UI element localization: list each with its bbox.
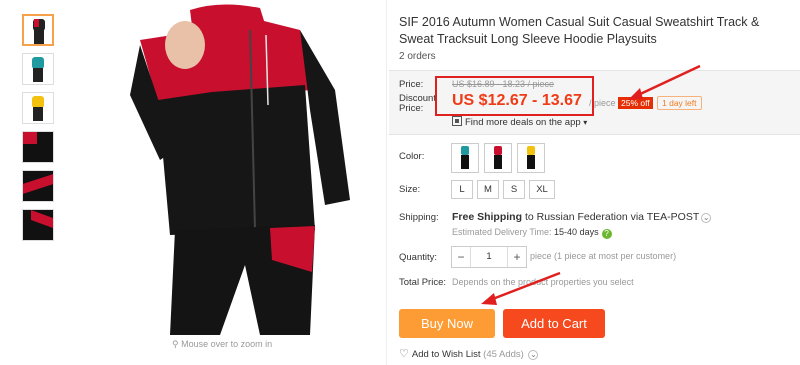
thumb-figure-bottom: [33, 107, 43, 121]
thumbnail-2[interactable]: [22, 53, 54, 85]
color-option-yellow[interactable]: [517, 143, 545, 173]
color-option-teal[interactable]: [451, 143, 479, 173]
chevron-down-icon[interactable]: ⌄: [528, 350, 539, 360]
size-option-xl[interactable]: XL: [529, 180, 555, 199]
heart-icon: ♡: [399, 348, 409, 360]
thumb-figure-accent: [34, 19, 39, 27]
total-price-label: Total Price:: [399, 277, 446, 288]
color-swatch-bottom: [494, 155, 502, 169]
thumbnail-6[interactable]: [22, 209, 54, 241]
hand: [165, 21, 205, 69]
zoom-hint-text: Mouse over to zoom in: [181, 339, 273, 349]
thumbnail-list: [22, 14, 56, 248]
discount-price: US $12.67 - 13.67: [452, 92, 582, 109]
delivery-time: Estimated Delivery Time: 15-40 days?: [452, 227, 612, 239]
time-left-badge: 1 day left: [657, 96, 702, 110]
app-deals-text: Find more deals on the app: [465, 117, 581, 128]
quantity-stepper: − 1 +: [451, 246, 527, 268]
color-label: Color:: [399, 151, 425, 162]
wishlist-count: (45 Adds): [483, 349, 524, 360]
thumbnail-5[interactable]: [22, 170, 54, 202]
add-to-wishlist[interactable]: ♡ Add to Wish List (45 Adds) ⌄: [399, 347, 539, 360]
help-icon[interactable]: ?: [601, 229, 612, 239]
quantity-note: piece (1 piece at most per customer): [530, 251, 677, 261]
quantity-input[interactable]: 1: [470, 247, 508, 267]
discount-badge: 25% off: [618, 97, 653, 109]
size-label: Size:: [399, 184, 421, 195]
delivery-value: 15-40: [554, 227, 578, 237]
qr-code-icon: [452, 116, 462, 126]
add-to-cart-button[interactable]: Add to Cart: [503, 309, 605, 338]
shipping-destination: to Russian Federation via TEA-POST: [524, 211, 700, 223]
color-swatch-top: [527, 146, 535, 155]
jacket-body: [158, 85, 315, 235]
increase-button[interactable]: +: [507, 247, 526, 267]
orders-count[interactable]: 2 orders: [399, 51, 436, 62]
color-swatch-top: [461, 146, 469, 155]
shipping-label: Shipping:: [399, 212, 439, 223]
size-option-s[interactable]: S: [503, 180, 525, 199]
per-piece-label: / piece: [589, 98, 616, 108]
discount-price-label: Discount Price:: [399, 93, 436, 114]
color-swatch-bottom: [461, 155, 469, 169]
color-swatch-top: [494, 146, 502, 155]
thumb-figure-bottom: [34, 30, 44, 44]
decrease-button[interactable]: −: [452, 247, 471, 267]
arrow-to-buy-now-head: [481, 293, 497, 305]
delivery-label: Estimated Delivery Time:: [452, 227, 552, 237]
shipping-option[interactable]: Free Shipping to Russian Federation via …: [452, 211, 712, 223]
thumbnail-4[interactable]: [22, 131, 54, 163]
column-divider: [386, 0, 387, 365]
size-option-l[interactable]: L: [451, 180, 473, 199]
thumbnail-3[interactable]: [22, 92, 54, 124]
wishlist-text: Add to Wish List: [411, 349, 481, 360]
color-swatch-bottom: [527, 155, 535, 169]
zoom-hint: ⚲ Mouse over to zoom in: [172, 339, 272, 350]
total-price-note: Depends on the product properties you se…: [452, 277, 634, 287]
size-option-m[interactable]: M: [477, 180, 499, 199]
thumbnail-1[interactable]: [22, 14, 54, 46]
product-title: SIF 2016 Autumn Women Casual Suit Casual…: [399, 15, 760, 46]
chevron-down-icon[interactable]: ⌄: [701, 213, 712, 223]
color-option-red[interactable]: [484, 143, 512, 173]
quantity-label: Quantity:: [399, 252, 438, 263]
delivery-unit: days: [579, 227, 599, 237]
price-label: Price:: [399, 79, 424, 90]
app-deals-link[interactable]: Find more deals on the app ▾: [452, 116, 587, 128]
chevron-down-icon: ▾: [583, 118, 588, 127]
thumb-figure-bottom: [33, 68, 43, 82]
free-shipping-text: Free Shipping: [452, 211, 523, 223]
buy-now-button[interactable]: Buy Now: [399, 309, 495, 338]
magnifier-icon: ⚲: [172, 339, 179, 349]
main-product-image[interactable]: [100, 0, 365, 335]
thumb-fabric-red: [23, 132, 37, 144]
